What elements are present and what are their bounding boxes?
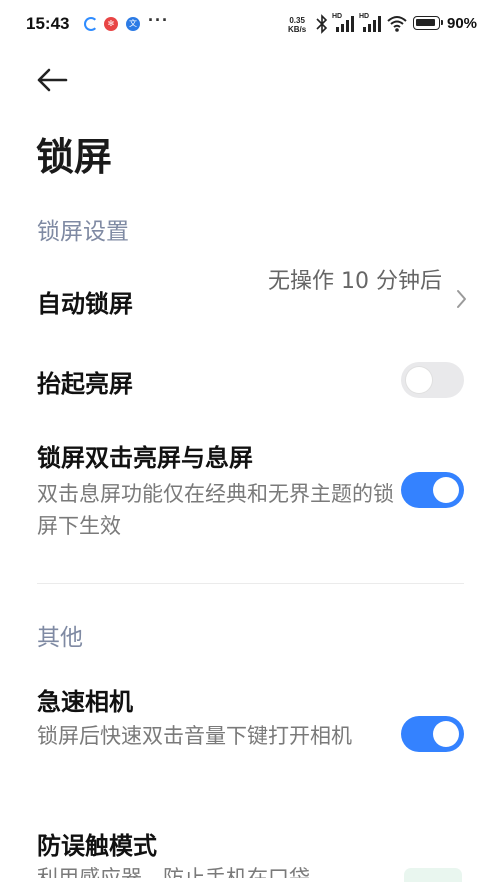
toggle-knob bbox=[433, 721, 459, 747]
raise-to-wake-row[interactable]: 抬起亮屏 bbox=[0, 358, 500, 402]
anti-mistouch-toggle[interactable] bbox=[404, 868, 462, 882]
bluetooth-icon bbox=[316, 14, 328, 34]
anti-mistouch-title: 防误触模式 bbox=[37, 832, 157, 860]
cell-signal-1: HD bbox=[332, 13, 354, 39]
double-tap-subtitle: 双击息屏功能仅在经典和无界主题的锁屏下生效 bbox=[37, 482, 394, 538]
double-tap-toggle[interactable] bbox=[401, 472, 464, 508]
double-tap-title: 锁屏双击亮屏与息屏 bbox=[37, 444, 253, 472]
toggle-knob bbox=[406, 367, 432, 393]
app-icon-blue: 文 bbox=[126, 17, 140, 31]
more-notifications-icon: ··· bbox=[148, 10, 169, 30]
anti-mistouch-subtitle: 利用感应器，防止手机在口袋 bbox=[37, 866, 310, 878]
network-speed-unit: KB/s bbox=[288, 25, 307, 34]
network-speed-value: 0.35 bbox=[289, 16, 305, 25]
auto-lock-row[interactable]: 自动锁屏 无操作 10 分钟后 bbox=[0, 262, 500, 342]
quick-camera-toggle[interactable] bbox=[401, 716, 464, 752]
signal-hd-label-1: HD bbox=[332, 13, 343, 20]
network-speed: 0.35 KB/s bbox=[288, 16, 306, 34]
cell-signal-2: HD bbox=[359, 13, 381, 39]
back-button[interactable] bbox=[32, 64, 72, 96]
wifi-icon bbox=[387, 16, 407, 32]
page-title: 锁屏 bbox=[36, 135, 113, 179]
quick-camera-row[interactable]: 急速相机 锁屏后快速双击音量下键打开相机 bbox=[0, 680, 500, 792]
status-bar: 15:43 ✻ 文 ··· 0.35 KB/s HD HD 90% bbox=[0, 0, 500, 50]
battery-cap bbox=[441, 20, 443, 25]
auto-lock-value: 无操作 10 分钟后 bbox=[268, 269, 442, 294]
raise-to-wake-toggle[interactable] bbox=[401, 362, 464, 398]
signal-hd-label-2: HD bbox=[359, 13, 370, 20]
chevron-right-icon bbox=[457, 290, 466, 308]
arrow-left-icon bbox=[37, 68, 68, 92]
quick-camera-title: 急速相机 bbox=[37, 688, 133, 716]
battery-icon bbox=[413, 16, 443, 30]
section-title-other: 其他 bbox=[37, 625, 83, 651]
toggle-knob bbox=[433, 477, 459, 503]
sync-icon bbox=[84, 17, 98, 31]
battery-level bbox=[416, 19, 435, 26]
raise-to-wake-title: 抬起亮屏 bbox=[37, 370, 133, 398]
app-icon-red: ✻ bbox=[104, 17, 118, 31]
section-title-lock-settings: 锁屏设置 bbox=[37, 219, 129, 245]
quick-camera-subtitle: 锁屏后快速双击音量下键打开相机 bbox=[37, 724, 352, 748]
double-tap-row[interactable]: 锁屏双击亮屏与息屏 双击息屏功能仅在经典和无界主题的锁屏下生效 bbox=[0, 436, 500, 548]
auto-lock-title: 自动锁屏 bbox=[37, 290, 133, 318]
status-time: 15:43 bbox=[26, 14, 70, 33]
battery-percent: 90% bbox=[447, 15, 478, 32]
section-divider bbox=[37, 583, 464, 584]
